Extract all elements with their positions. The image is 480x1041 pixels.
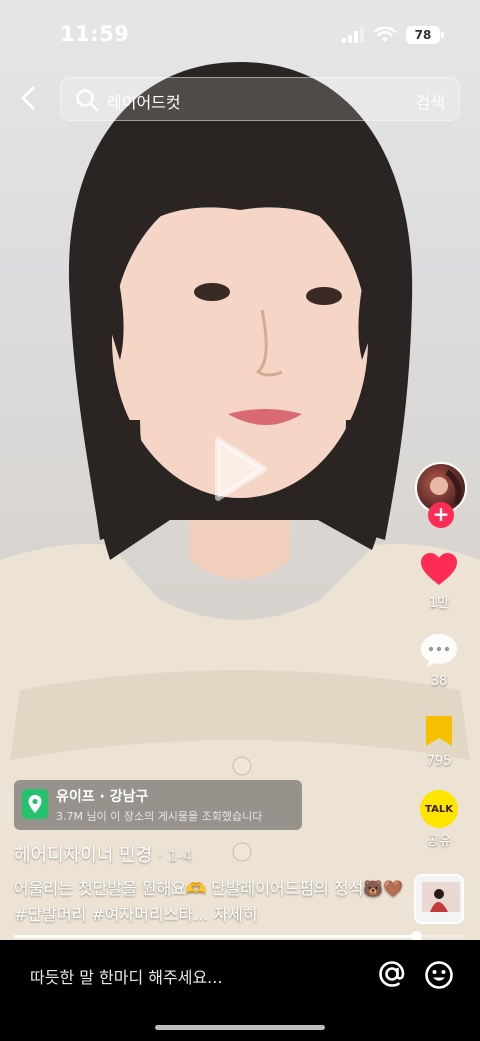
search-input[interactable]: 레이어드컷 <box>107 89 181 113</box>
post-date: · 1-4 <box>158 847 193 865</box>
caption-more-link[interactable]: 자세히 <box>213 905 257 924</box>
share-label: 공유 <box>427 834 451 849</box>
comment-count: 38 <box>430 674 448 689</box>
follow-button[interactable]: + <box>428 502 454 528</box>
comment-button[interactable]: 38 <box>398 632 480 689</box>
bookmark-icon <box>426 716 452 746</box>
location-name: 유이프 · 강남구 <box>56 789 149 805</box>
location-pin-icon <box>22 789 48 819</box>
share-button[interactable]: TALK 공유 <box>398 790 480 849</box>
back-icon <box>21 86 35 110</box>
cellular-signal-icon <box>342 27 364 43</box>
save-count: 795 <box>426 754 452 769</box>
music-thumbnail-image <box>416 876 462 922</box>
like-button[interactable]: 1만 <box>398 552 480 611</box>
at-icon[interactable] <box>376 958 408 990</box>
comment-bar: 따듯한 말 한마디 해주세요... <box>0 940 480 1041</box>
play-icon[interactable] <box>214 436 268 502</box>
search-submit-button[interactable]: 검색 <box>416 89 445 113</box>
comment-input[interactable]: 따듯한 말 한마디 해주세요... <box>30 964 222 988</box>
emoji-icon[interactable] <box>424 960 454 990</box>
battery-indicator: 78 <box>406 26 444 44</box>
home-indicator <box>155 1025 325 1030</box>
music-thumbnail[interactable] <box>414 874 464 924</box>
heart-icon <box>421 553 457 585</box>
like-count: 1만 <box>428 596 450 611</box>
kakao-talk-icon: TALK <box>420 790 458 828</box>
post-caption[interactable]: 어울리는 첫단발을 원해요🫶 단발레이어드펌의 정석🐻🤎 #단발머리 #여자머리… <box>14 876 406 928</box>
comment-icon <box>421 634 457 667</box>
status-time: 11:59 <box>60 22 130 46</box>
author-name-row[interactable]: 헤어디자이너 민경 · 1-4 <box>14 841 192 867</box>
back-button[interactable] <box>14 84 42 112</box>
search-icon <box>76 89 99 112</box>
location-card[interactable]: 유이프 · 강남구 3.7M 님이 이 장소의 게시물을 조회했습니다 <box>14 780 302 830</box>
wifi-icon <box>374 27 396 42</box>
save-button[interactable]: 795 <box>398 714 480 769</box>
status-icons: 78 <box>342 26 444 44</box>
video-progress-bar[interactable] <box>14 931 466 942</box>
search-bar[interactable]: 레이어드컷 검색 <box>60 77 460 121</box>
progress-fill <box>14 935 417 938</box>
author-name[interactable]: 헤어디자이너 민경 <box>14 845 152 866</box>
caption-text: 어울리는 첫단발을 원해요🫶 단발레이어드펌의 정석🐻🤎 #단발머리 #여자머리… <box>14 879 404 924</box>
location-views: 3.7M 님이 이 장소의 게시물을 조회했습니다 <box>56 810 263 823</box>
status-bar: 11:59 78 <box>0 0 480 70</box>
